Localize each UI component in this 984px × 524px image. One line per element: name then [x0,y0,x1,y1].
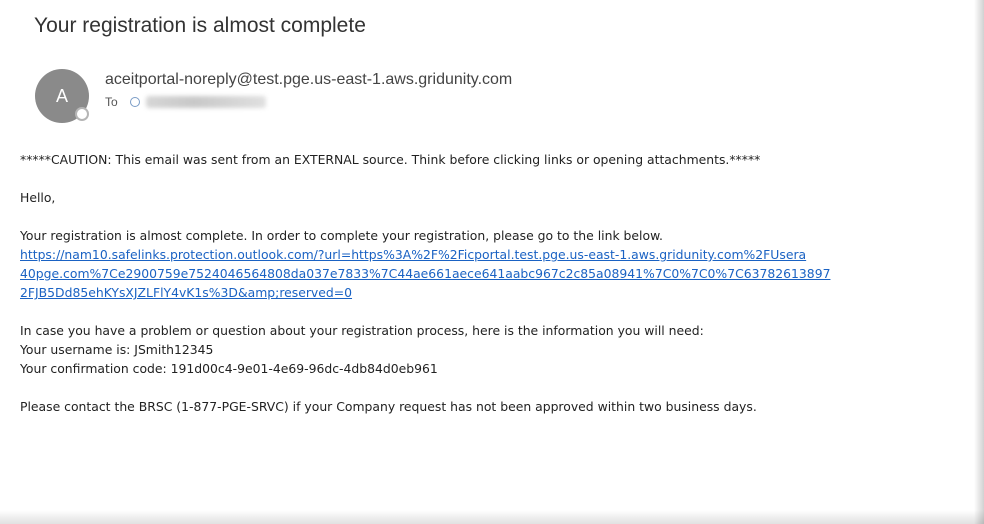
greeting-text: Hello, [20,190,56,205]
caution-banner: *****CAUTION: This email was sent from a… [20,152,761,167]
email-body: *****CAUTION: This email was sent from a… [20,150,974,416]
window-shadow-right [974,0,984,524]
problem-text: In case you have a problem or question a… [20,323,704,338]
email-message-pane: Your registration is almost complete A a… [0,0,974,510]
presence-status-icon [75,107,89,121]
recipient-name-redacted[interactable] [145,96,266,108]
registration-link-line-2[interactable]: 40pge.com%7Ce2900759e7524046564808da037e… [20,266,830,281]
email-subject: Your registration is almost complete [34,14,366,37]
registration-link-line-3[interactable]: 2FJB5Dd85ehKYsXJZLFlY4vK1s%3D&amp;reserv… [20,285,352,300]
sender-address[interactable]: aceitportal-noreply@test.pge.us-east-1.a… [105,71,512,89]
window-shadow-bottom [0,510,984,524]
username-text: Your username is: JSmith12345 [20,342,214,357]
registration-link-line-1[interactable]: https://nam10.safelinks.protection.outlo… [20,247,806,262]
recipient-presence-icon [129,97,140,107]
avatar-initial: A [55,85,68,106]
recipients-line: To [105,95,266,109]
intro-text: Your registration is almost complete. In… [20,228,663,243]
confirmation-code-text: Your confirmation code: 191d00c4-9e01-4e… [20,361,438,376]
contact-text: Please contact the BRSC (1-877-PGE-SRVC)… [20,399,757,414]
to-label: To [105,95,118,109]
